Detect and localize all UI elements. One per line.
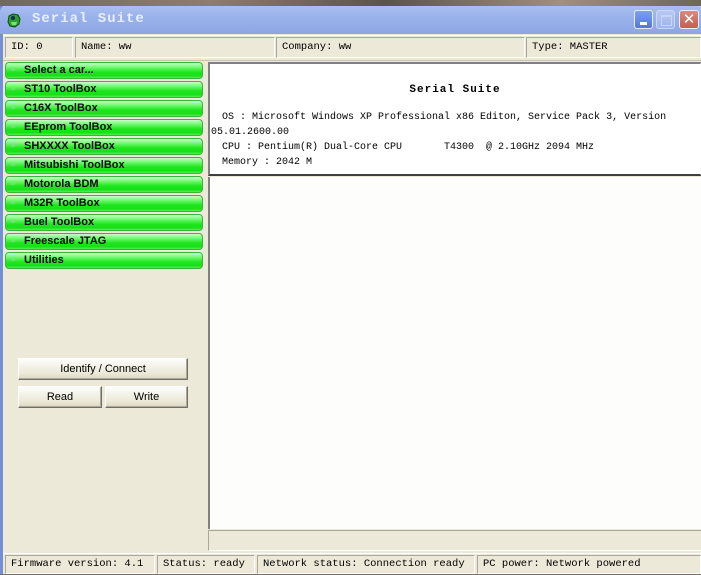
chevron-right-icon: » [10, 65, 16, 75]
maximize-button[interactable] [656, 10, 675, 29]
chevron-right-icon: » [10, 198, 16, 208]
chevron-right-icon: » [10, 217, 16, 227]
user-id: ID: 0 [5, 37, 73, 58]
firmware-version: Firmware version: 4.1 [5, 555, 155, 574]
progress-bar [208, 530, 701, 551]
system-info-title: Serial Suite [409, 84, 501, 96]
write-button[interactable]: Write [105, 386, 188, 408]
os-info: OS : Microsoft Windows XP Professional x… [222, 112, 667, 123]
os-version: 05.01.2600.00 [211, 127, 290, 138]
minimize-button[interactable] [634, 10, 653, 29]
system-info-panel: Serial Suite OS : Microsoft Windows XP P… [208, 62, 701, 176]
user-company: Company: ww [276, 37, 525, 58]
window-title: Serial Suite [32, 11, 145, 27]
identify-connect-button[interactable]: Identify / Connect [18, 358, 188, 380]
log-output-area[interactable] [208, 177, 701, 529]
close-button[interactable]: ✕ [679, 10, 699, 29]
sidebar-item-c16x-toolbox[interactable]: » C16X ToolBox [5, 100, 203, 117]
chevron-right-icon: » [10, 160, 16, 170]
app-logo-icon [7, 13, 21, 28]
chevron-right-icon: » [10, 141, 16, 151]
pc-power-status: PC power: Network powered [477, 555, 701, 574]
status-text: Status: ready [157, 555, 255, 574]
status-bar: Firmware version: 4.1 Status: ready Netw… [3, 553, 701, 575]
sidebar-item-select-car[interactable]: » Select a car... [5, 62, 203, 79]
chevron-right-icon: » [10, 255, 16, 265]
sidebar-item-buel-toolbox[interactable]: » Buel ToolBox [5, 214, 203, 231]
sidebar-item-mitsubishi-toolbox[interactable]: » Mitsubishi ToolBox [5, 157, 203, 174]
chevron-right-icon: » [10, 179, 16, 189]
sidebar-item-st10-toolbox[interactable]: » ST10 ToolBox [5, 81, 203, 98]
chevron-right-icon: » [10, 103, 16, 113]
app-window: Serial Suite ✕ ID: 0 Name: ww Company: w… [0, 6, 701, 574]
chevron-right-icon: » [10, 122, 16, 132]
sidebar-item-shxxxx-toolbox[interactable]: » SHXXXX ToolBox [5, 138, 203, 155]
sidebar-item-utilities[interactable]: » Utilities [5, 252, 203, 269]
sidebar-item-freescale-jtag[interactable]: » Freescale JTAG [5, 233, 203, 250]
read-button[interactable]: Read [18, 386, 102, 408]
sidebar-item-m32r-toolbox[interactable]: » M32R ToolBox [5, 195, 203, 212]
chevron-right-icon: » [10, 236, 16, 246]
close-icon: ✕ [682, 10, 696, 28]
user-type: Type: MASTER [526, 37, 701, 58]
network-status: Network status: Connection ready [257, 555, 475, 574]
title-bar[interactable]: Serial Suite ✕ [0, 6, 701, 34]
memory-info: Memory : 2042 M [222, 157, 313, 168]
chevron-right-icon: » [10, 84, 16, 94]
sidebar-item-eeprom-toolbox[interactable]: » EEprom ToolBox [5, 119, 203, 136]
sidebar: » Select a car... » ST10 ToolBox » C16X … [3, 61, 204, 541]
sidebar-item-motorola-bdm[interactable]: » Motorola BDM [5, 176, 203, 193]
cpu-info: CPU : Pentium(R) Dual-Core CPU T4300 @ 2… [222, 142, 595, 153]
user-name: Name: ww [75, 37, 275, 58]
user-info-bar: ID: 0 Name: ww Company: ww Type: MASTER [3, 35, 701, 61]
